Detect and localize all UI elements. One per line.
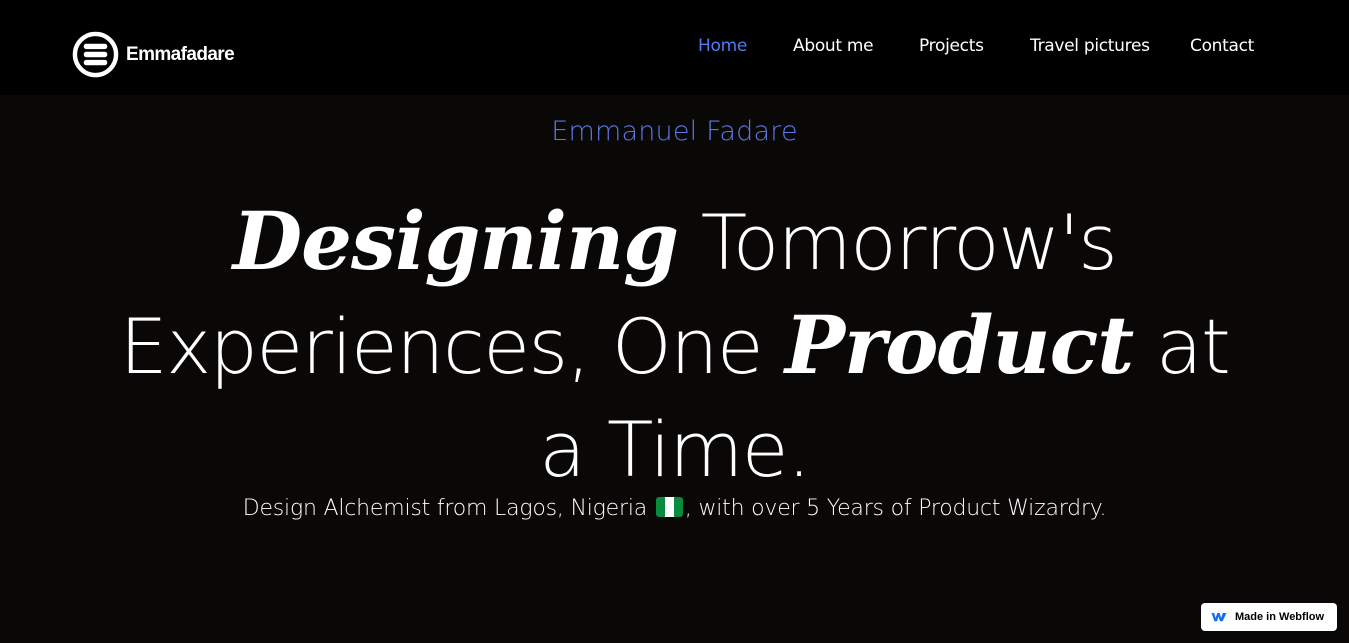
nigeria-flag-icon — [655, 497, 683, 517]
subtext-intro: Design Alchemist from Lagos, Nigeria — [242, 496, 648, 521]
headline-line-2: Experiences, One Product at — [0, 294, 1349, 398]
webflow-badge-label: Made in Webflow — [1235, 611, 1325, 623]
headline-text-experiences: Experiences, One — [119, 302, 764, 391]
nav-link-home[interactable]: Home — [698, 36, 747, 56]
headline-line-1: Designing Tomorrow's — [0, 190, 1349, 294]
navbar: Emmafadare Home About me Projects Travel… — [0, 0, 1349, 95]
made-in-webflow-badge[interactable]: Made in Webflow — [1201, 603, 1337, 631]
nav-link-travel-pictures[interactable]: Travel pictures — [1030, 36, 1150, 56]
nav-link-about-me[interactable]: About me — [793, 36, 874, 56]
headline-emphasis-product: Product — [784, 298, 1134, 392]
hero-eyebrow: Emmanuel Fadare — [551, 116, 798, 147]
nav-link-projects[interactable]: Projects — [919, 36, 984, 56]
webflow-icon — [1211, 613, 1227, 622]
headline-line-3: a Time. — [539, 405, 811, 494]
hero-headline: Designing Tomorrow's Experiences, One Pr… — [0, 190, 1349, 501]
subtext-experience: , with over 5 Years of Product Wizardry. — [684, 496, 1107, 521]
nav-link-contact[interactable]: Contact — [1190, 36, 1254, 56]
headline-text-at: at — [1155, 302, 1231, 391]
hero-subtext: Design Alchemist from Lagos, Nigeria , w… — [0, 496, 1349, 521]
headline-emphasis-designing: Designing — [232, 194, 679, 288]
headline-text-tomorrows: Tomorrow's — [700, 198, 1118, 287]
nav-menu: Home About me Projects Travel pictures C… — [0, 36, 1349, 60]
